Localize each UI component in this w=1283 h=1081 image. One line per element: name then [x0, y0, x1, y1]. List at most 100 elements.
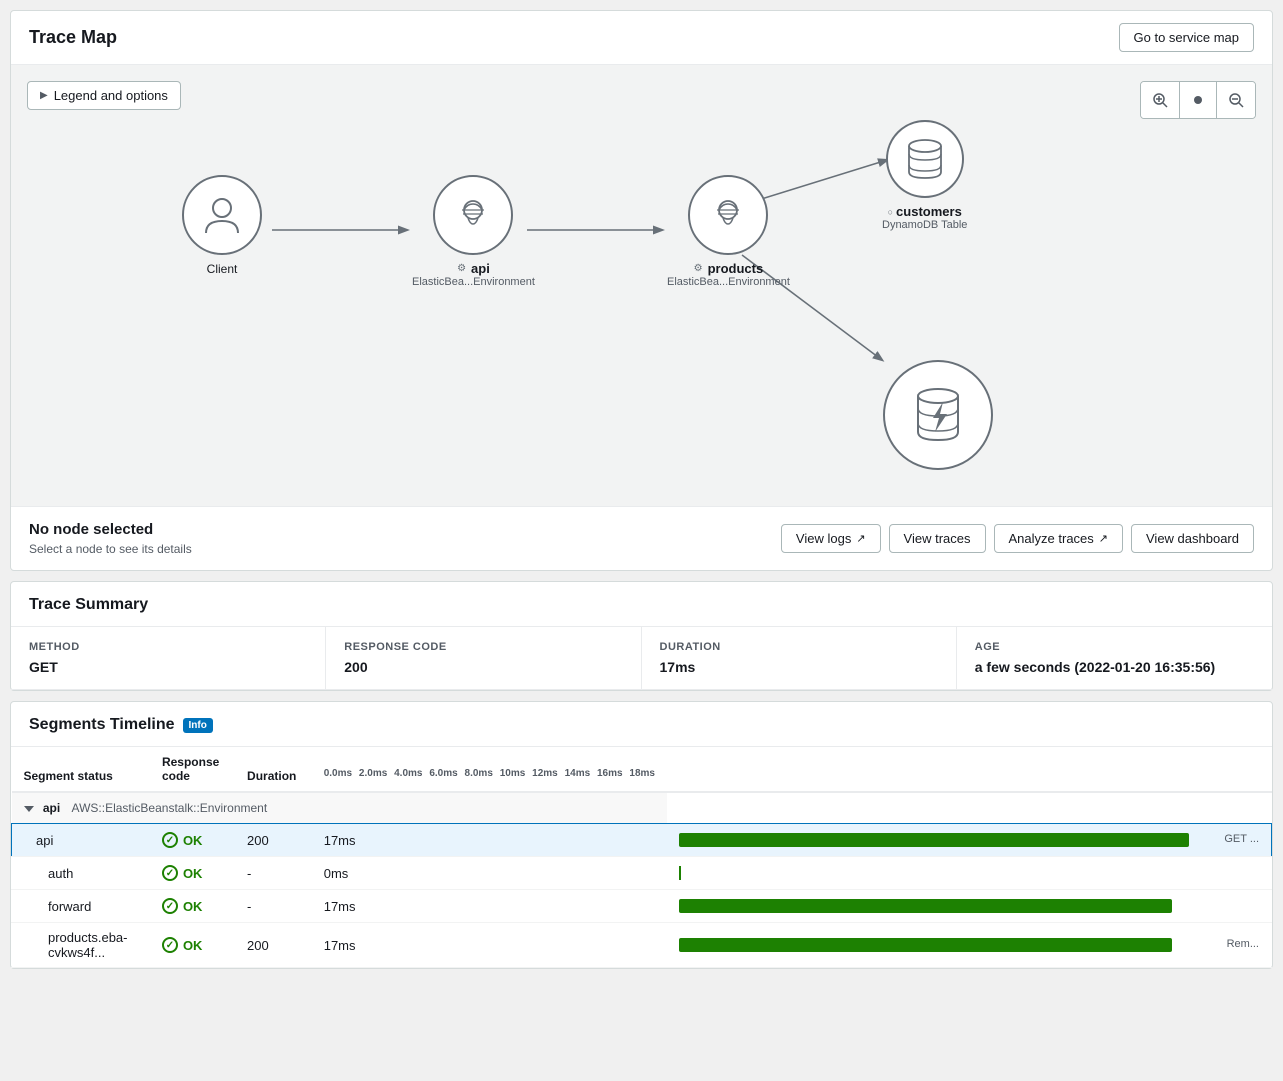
row-forward-status: ✓ OK — [150, 890, 235, 923]
view-logs-button[interactable]: View logs ↗ — [781, 524, 881, 553]
table-row[interactable]: forward ✓ OK - 17ms — [12, 890, 1272, 923]
group-expand-icon — [24, 806, 34, 812]
customers-node[interactable]: ○ customers DynamoDB Table — [882, 120, 967, 231]
row-api-code: 200 — [235, 824, 312, 857]
ok-icon-forward: ✓ — [162, 898, 178, 914]
person-icon — [204, 195, 240, 235]
trace-summary-grid: Method GET Response Code 200 Duration 17… — [11, 627, 1272, 690]
legend-triangle-icon: ▶ — [40, 90, 48, 101]
row-products-bar: Rem... — [667, 923, 1272, 968]
row-products-duration: 17ms — [312, 923, 667, 968]
age-label: Age — [975, 641, 1254, 653]
trace-map-canvas: ▶ Legend and options — [11, 65, 1272, 506]
row-products-status: ✓ OK — [150, 923, 235, 968]
timeline-body: api AWS::ElasticBeanstalk::Environment a… — [12, 792, 1272, 968]
group-row: api AWS::ElasticBeanstalk::Environment — [12, 792, 1272, 824]
status-ok-products: ✓ OK — [162, 937, 223, 953]
group-type: AWS::ElasticBeanstalk::Environment — [72, 801, 268, 815]
method-label: Method — [29, 641, 307, 653]
legend-options-button[interactable]: ▶ Legend and options — [27, 81, 181, 110]
analyze-traces-external-icon: ↗ — [1099, 532, 1108, 545]
row-auth-name: auth — [12, 857, 150, 890]
row-forward-code: - — [235, 890, 312, 923]
service-map: Client ⚙ api — [27, 120, 1256, 490]
view-traces-button[interactable]: View traces — [889, 524, 986, 553]
client-node[interactable]: Client — [182, 175, 262, 278]
api-name: api — [471, 261, 490, 276]
products-bar-container: Rem... — [679, 936, 1259, 954]
row-auth-duration: 0ms — [312, 857, 667, 890]
zoom-controls — [1140, 81, 1256, 119]
products-route-label: Rem... — [1227, 938, 1259, 950]
view-dashboard-button[interactable]: View dashboard — [1131, 524, 1254, 553]
go-service-map-button[interactable]: Go to service map — [1119, 23, 1255, 52]
dynamodb-icon — [905, 138, 945, 180]
table-row[interactable]: products.eba-cvkws4f... ✓ OK 200 17ms Re… — [12, 923, 1272, 968]
segments-title: Segments Timeline — [29, 716, 175, 734]
age-cell: Age a few seconds (2022-01-20 16:35:56) — [957, 627, 1272, 689]
info-badge[interactable]: Info — [183, 718, 213, 733]
timeline-ticks: 0.0ms 2.0ms 4.0ms 6.0ms 8.0ms 10ms 12ms … — [324, 768, 655, 783]
dynamo-lightning-circle — [883, 360, 993, 470]
trace-map-panel: Trace Map Go to service map ▶ Legend and… — [10, 10, 1273, 571]
trace-map-header: Trace Map Go to service map — [11, 11, 1272, 65]
api-node[interactable]: ⚙ api ElasticBea...Environment — [412, 175, 535, 288]
api-node-circle — [433, 175, 513, 255]
row-products-name: products.eba-cvkws4f... — [12, 923, 150, 968]
trace-map-action-bar: No node selected Select a node to see it… — [11, 506, 1272, 570]
th-duration: Duration — [235, 747, 312, 792]
response-code-label: Response Code — [344, 641, 622, 653]
no-node-title: No node selected — [29, 521, 192, 538]
zoom-in-button[interactable] — [1141, 82, 1179, 118]
products-bar — [679, 938, 1172, 952]
row-forward-name: forward — [12, 890, 150, 923]
client-label: Client — [207, 261, 238, 278]
response-code-value: 200 — [344, 659, 622, 675]
ok-icon-api: ✓ — [162, 832, 178, 848]
dynamodb-lightning-icon — [911, 386, 965, 444]
ok-icon-products: ✓ — [162, 937, 178, 953]
products-name: products — [708, 261, 764, 276]
api-setting-icon: ⚙ — [457, 263, 466, 274]
table-row[interactable]: api ✓ OK 200 17ms GET ... — [12, 824, 1272, 857]
auth-bar-container — [679, 864, 1259, 882]
zoom-center-dot — [1179, 82, 1217, 118]
ok-icon-auth: ✓ — [162, 865, 178, 881]
node-status: No node selected Select a node to see it… — [29, 521, 192, 556]
duration-cell: Duration 17ms — [642, 627, 957, 689]
duration-label: Duration — [660, 641, 938, 653]
row-api-duration: 17ms — [312, 824, 667, 857]
customers-node-circle — [886, 120, 964, 198]
status-ok-auth: ✓ OK — [162, 865, 223, 881]
zoom-out-icon — [1228, 92, 1244, 108]
customers-circle-icon: ○ — [888, 207, 893, 217]
zoom-out-button[interactable] — [1217, 82, 1255, 118]
status-ok-api: ✓ OK — [162, 832, 223, 848]
api-eb-icon — [454, 196, 492, 234]
row-forward-bar — [667, 890, 1272, 923]
dynamo-lightning-node[interactable] — [883, 360, 993, 470]
products-sublabel: ElasticBea...Environment — [667, 276, 790, 288]
status-ok-forward: ✓ OK — [162, 898, 223, 914]
row-api-name: api — [12, 824, 150, 857]
row-products-code: 200 — [235, 923, 312, 968]
segments-header: Segments Timeline Info — [11, 702, 1272, 747]
products-node[interactable]: ⚙ products ElasticBea...Environment — [667, 175, 790, 288]
forward-bar-container — [679, 897, 1259, 915]
table-row[interactable]: auth ✓ OK - 0ms — [12, 857, 1272, 890]
products-node-circle — [688, 175, 768, 255]
action-buttons-group: View logs ↗ View traces Analyze traces ↗… — [781, 524, 1254, 553]
row-api-bar: GET ... — [667, 824, 1272, 857]
method-value: GET — [29, 659, 307, 675]
products-setting-icon: ⚙ — [694, 263, 703, 274]
customers-sublabel: DynamoDB Table — [882, 219, 967, 231]
forward-bar — [679, 899, 1172, 913]
client-node-circle — [182, 175, 262, 255]
api-route-label: GET ... — [1224, 833, 1259, 845]
analyze-traces-button[interactable]: Analyze traces ↗ — [994, 524, 1123, 553]
api-sublabel: ElasticBea...Environment — [412, 276, 535, 288]
trace-summary-title: Trace Summary — [11, 582, 1272, 627]
customers-name: customers — [896, 204, 962, 219]
th-segment: Segment status — [12, 747, 150, 792]
segments-table: Segment status Response code Duration 0.… — [11, 747, 1272, 968]
